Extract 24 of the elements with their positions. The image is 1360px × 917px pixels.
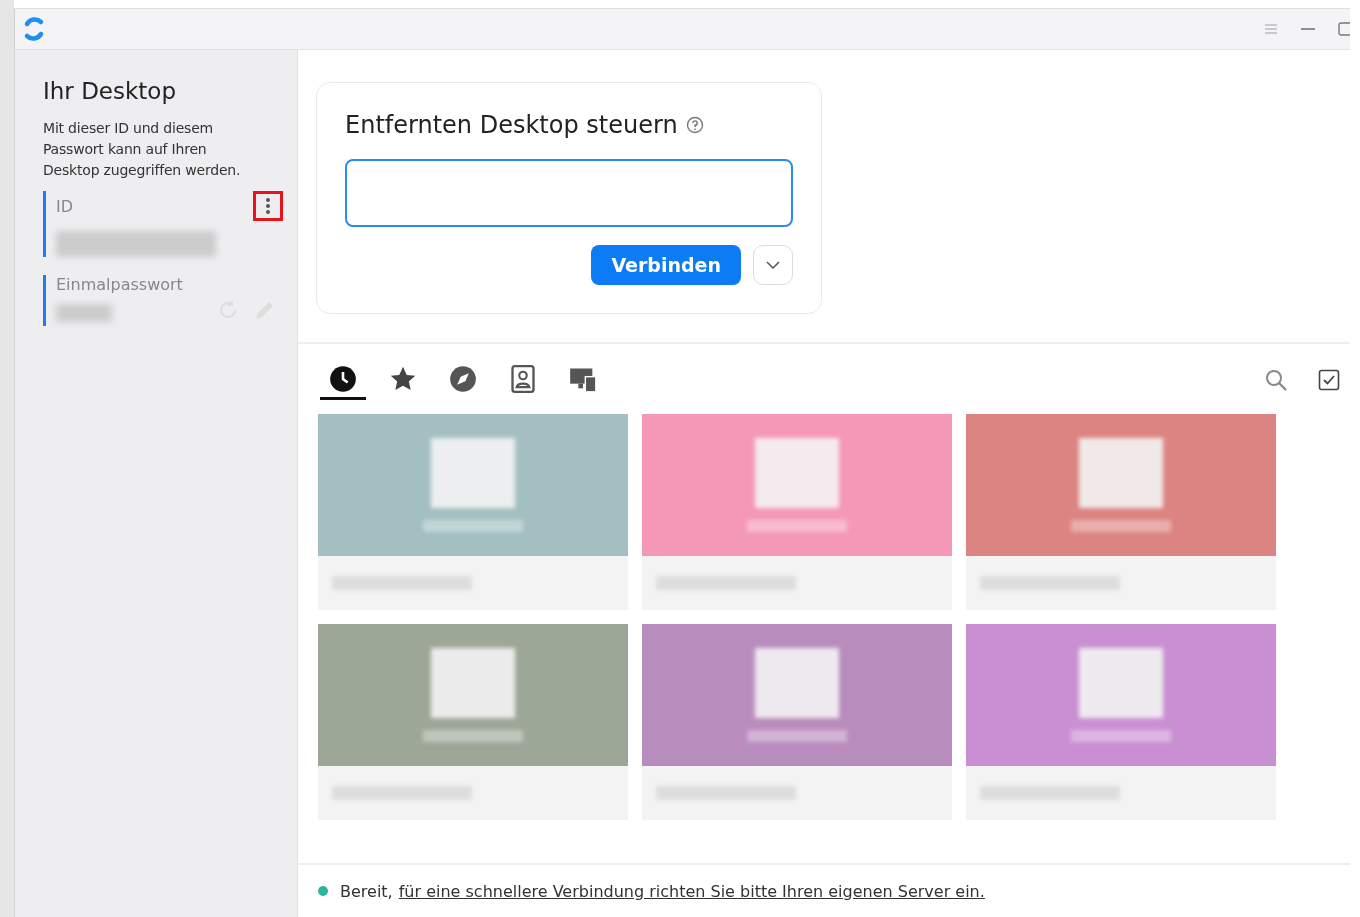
- password-label: Einmalpasswort: [56, 275, 183, 294]
- more-icon: [265, 197, 271, 215]
- peer-card[interactable]: [642, 414, 952, 610]
- status-text: Bereit,: [340, 881, 393, 901]
- peer-card[interactable]: [966, 414, 1276, 610]
- peer-card[interactable]: [642, 624, 952, 820]
- peer-card[interactable]: [318, 624, 628, 820]
- redacted-password: [56, 304, 112, 322]
- connect-title: Entfernten Desktop steuern: [345, 111, 678, 139]
- remote-id-field[interactable]: [345, 159, 793, 227]
- chevron-down-icon: [766, 261, 780, 269]
- sidebar-title: Ihr Desktop: [43, 78, 177, 104]
- server-setup-link[interactable]: für eine schnellere Verbindung richten Sie bitte Ihren eigenen Server ein.: [398, 881, 985, 901]
- maximize-icon[interactable]: [1338, 22, 1350, 36]
- sidebar-description: Mit dieser ID und diesem Passwort kann auf Ihren Desktop zugegriffen werden.: [43, 119, 242, 180]
- more-button[interactable]: [253, 191, 283, 221]
- peer-card[interactable]: [966, 624, 1276, 820]
- dropdown-button[interactable]: [753, 245, 793, 285]
- peer-card[interactable]: [318, 414, 628, 610]
- search-icon[interactable]: [1264, 368, 1288, 392]
- id-label: ID: [56, 196, 74, 216]
- help-icon[interactable]: [685, 116, 704, 134]
- checkbox-icon[interactable]: [1318, 369, 1340, 391]
- connect-button[interactable]: Verbinden: [591, 245, 741, 285]
